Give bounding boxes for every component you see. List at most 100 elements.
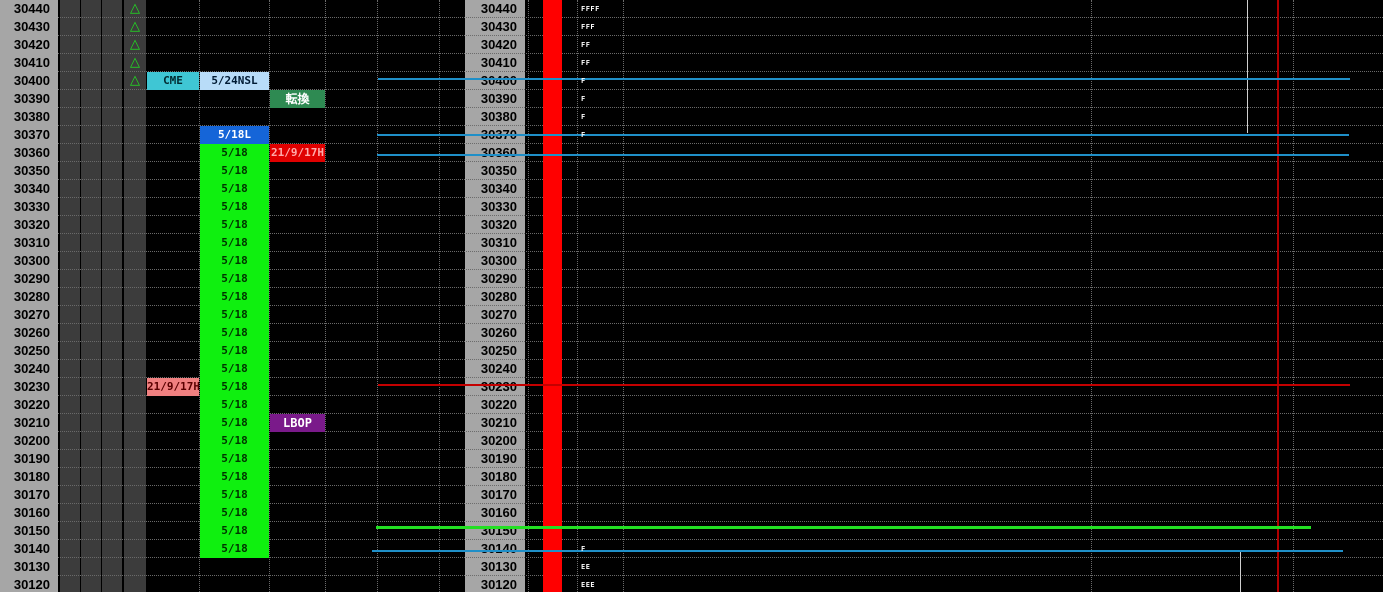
range-cell-518: 5/18 bbox=[200, 162, 269, 180]
price-label-center: 30190 bbox=[480, 451, 517, 466]
price-label-left: 30130 bbox=[13, 559, 50, 574]
level-line-blue bbox=[378, 78, 1350, 80]
range-cell-518: 5/18 bbox=[200, 540, 269, 558]
price-label-center: 30410 bbox=[480, 55, 517, 70]
grid-hline bbox=[58, 35, 1383, 36]
lbop-label: LBOP bbox=[270, 414, 325, 432]
range-cell-518: 5/18 bbox=[200, 144, 269, 162]
range-cell-518: 5/18 bbox=[200, 234, 269, 252]
price-label-center: 30160 bbox=[480, 505, 517, 520]
volume-bar bbox=[543, 0, 562, 592]
price-label-center: 30440 bbox=[480, 1, 517, 16]
price-label-left: 30200 bbox=[13, 433, 50, 448]
price-label-left: 30440 bbox=[13, 1, 50, 16]
price-ladder-chart: 30440 30440 30430 30430 30420 30420 30410 30410… bbox=[0, 0, 1383, 592]
up-triangle-icon: △ bbox=[130, 73, 140, 88]
tpo-letters: EE bbox=[581, 563, 591, 571]
price-label-center: 30150 bbox=[480, 523, 517, 538]
tpo-letters: EEE bbox=[581, 581, 596, 589]
price-label-left: 30250 bbox=[13, 343, 50, 358]
range-cell-518: 5/18 bbox=[200, 306, 269, 324]
range-cell-518: 5/18 bbox=[200, 396, 269, 414]
range-cell-518: 5/18 bbox=[200, 486, 269, 504]
price-label-left: 30280 bbox=[13, 289, 50, 304]
price-label-center: 30330 bbox=[480, 199, 517, 214]
price-label-center: 30280 bbox=[480, 289, 517, 304]
price-label-left: 30240 bbox=[13, 361, 50, 376]
price-label-center: 30350 bbox=[480, 163, 517, 178]
price-label-left: 30190 bbox=[13, 451, 50, 466]
price-label-left: 30170 bbox=[13, 487, 50, 502]
price-label-left: 30410 bbox=[13, 55, 50, 70]
profile-vline-white bbox=[1240, 550, 1241, 592]
price-label-center: 30360 bbox=[480, 145, 517, 160]
price-label-left: 30140 bbox=[13, 541, 50, 556]
price-label-left: 30360 bbox=[13, 145, 50, 160]
tpo-letters: FF bbox=[581, 59, 591, 67]
range-cell-518: 5/18 bbox=[200, 180, 269, 198]
price-label-center: 30250 bbox=[480, 343, 517, 358]
price-label-center: 30120 bbox=[480, 577, 517, 592]
price-label-center: 30430 bbox=[480, 19, 517, 34]
price-label-left: 30210 bbox=[13, 415, 50, 430]
range-cell-518: 5/18 bbox=[200, 360, 269, 378]
price-label-left: 30390 bbox=[13, 91, 50, 106]
price-label-center: 30290 bbox=[480, 271, 517, 286]
price-label-left: 30380 bbox=[13, 109, 50, 124]
range-cell-518: 5/18 bbox=[200, 414, 269, 432]
grid-hline bbox=[58, 17, 1383, 18]
price-label-left: 30180 bbox=[13, 469, 50, 484]
price-label-center: 30230 bbox=[480, 379, 517, 394]
price-label-center: 30420 bbox=[480, 37, 517, 52]
nsl-label: 5/24NSL bbox=[200, 72, 269, 90]
tpo-letters: FFFF bbox=[581, 5, 600, 13]
range-cell-518: 5/18 bbox=[200, 378, 269, 396]
range-cell-518: 5/18 bbox=[200, 252, 269, 270]
tpo-letters: FFF bbox=[581, 23, 596, 31]
price-label-left: 30160 bbox=[13, 505, 50, 520]
price-label-center: 30210 bbox=[480, 415, 517, 430]
price-label-left: 30120 bbox=[13, 577, 50, 592]
tpo-letters: F bbox=[581, 113, 586, 121]
price-label-left: 30430 bbox=[13, 19, 50, 34]
tpo-letters: F bbox=[581, 131, 586, 139]
price-label-center: 30320 bbox=[480, 217, 517, 232]
range-cell-518: 5/18 bbox=[200, 450, 269, 468]
l518-label: 5/18L bbox=[200, 126, 269, 144]
price-label-center: 30240 bbox=[480, 361, 517, 376]
tpo-letters: F bbox=[581, 545, 586, 553]
profile-vline-red bbox=[1277, 0, 1279, 592]
tenkan-label: 転換 bbox=[270, 90, 325, 108]
profile-vline-white bbox=[1247, 0, 1248, 133]
price-label-center: 30270 bbox=[480, 307, 517, 322]
price-label-left: 30260 bbox=[13, 325, 50, 340]
price-label-left: 30350 bbox=[13, 163, 50, 178]
price-label-center: 30380 bbox=[480, 109, 517, 124]
price-label-center: 30140 bbox=[480, 541, 517, 556]
pink-tag-label: 21/9/17H bbox=[147, 378, 199, 396]
price-label-center: 30300 bbox=[480, 253, 517, 268]
up-triangle-icon: △ bbox=[130, 1, 140, 16]
price-label-center: 30400 bbox=[480, 73, 517, 88]
price-label-left: 30340 bbox=[13, 181, 50, 196]
price-label-left: 30300 bbox=[13, 253, 50, 268]
up-triangle-icon: △ bbox=[130, 19, 140, 34]
level-line-blue bbox=[372, 550, 1343, 552]
cme-label: CME bbox=[147, 72, 199, 90]
red-tag-label: 21/9/17H bbox=[270, 144, 325, 162]
price-label-center: 30200 bbox=[480, 433, 517, 448]
price-label-left: 30270 bbox=[13, 307, 50, 322]
price-label-left: 30310 bbox=[13, 235, 50, 250]
price-label-left: 30330 bbox=[13, 199, 50, 214]
price-label-center: 30340 bbox=[480, 181, 517, 196]
price-label-left: 30230 bbox=[13, 379, 50, 394]
price-label-left: 30220 bbox=[13, 397, 50, 412]
price-label-center: 30390 bbox=[480, 91, 517, 106]
up-triangle-icon: △ bbox=[130, 37, 140, 52]
price-label-center: 30220 bbox=[480, 397, 517, 412]
level-line-blue bbox=[377, 134, 1349, 136]
price-label-center: 30130 bbox=[480, 559, 517, 574]
price-label-left: 30370 bbox=[13, 127, 50, 142]
tpo-letters: FF bbox=[581, 41, 591, 49]
range-cell-518: 5/18 bbox=[200, 522, 269, 540]
